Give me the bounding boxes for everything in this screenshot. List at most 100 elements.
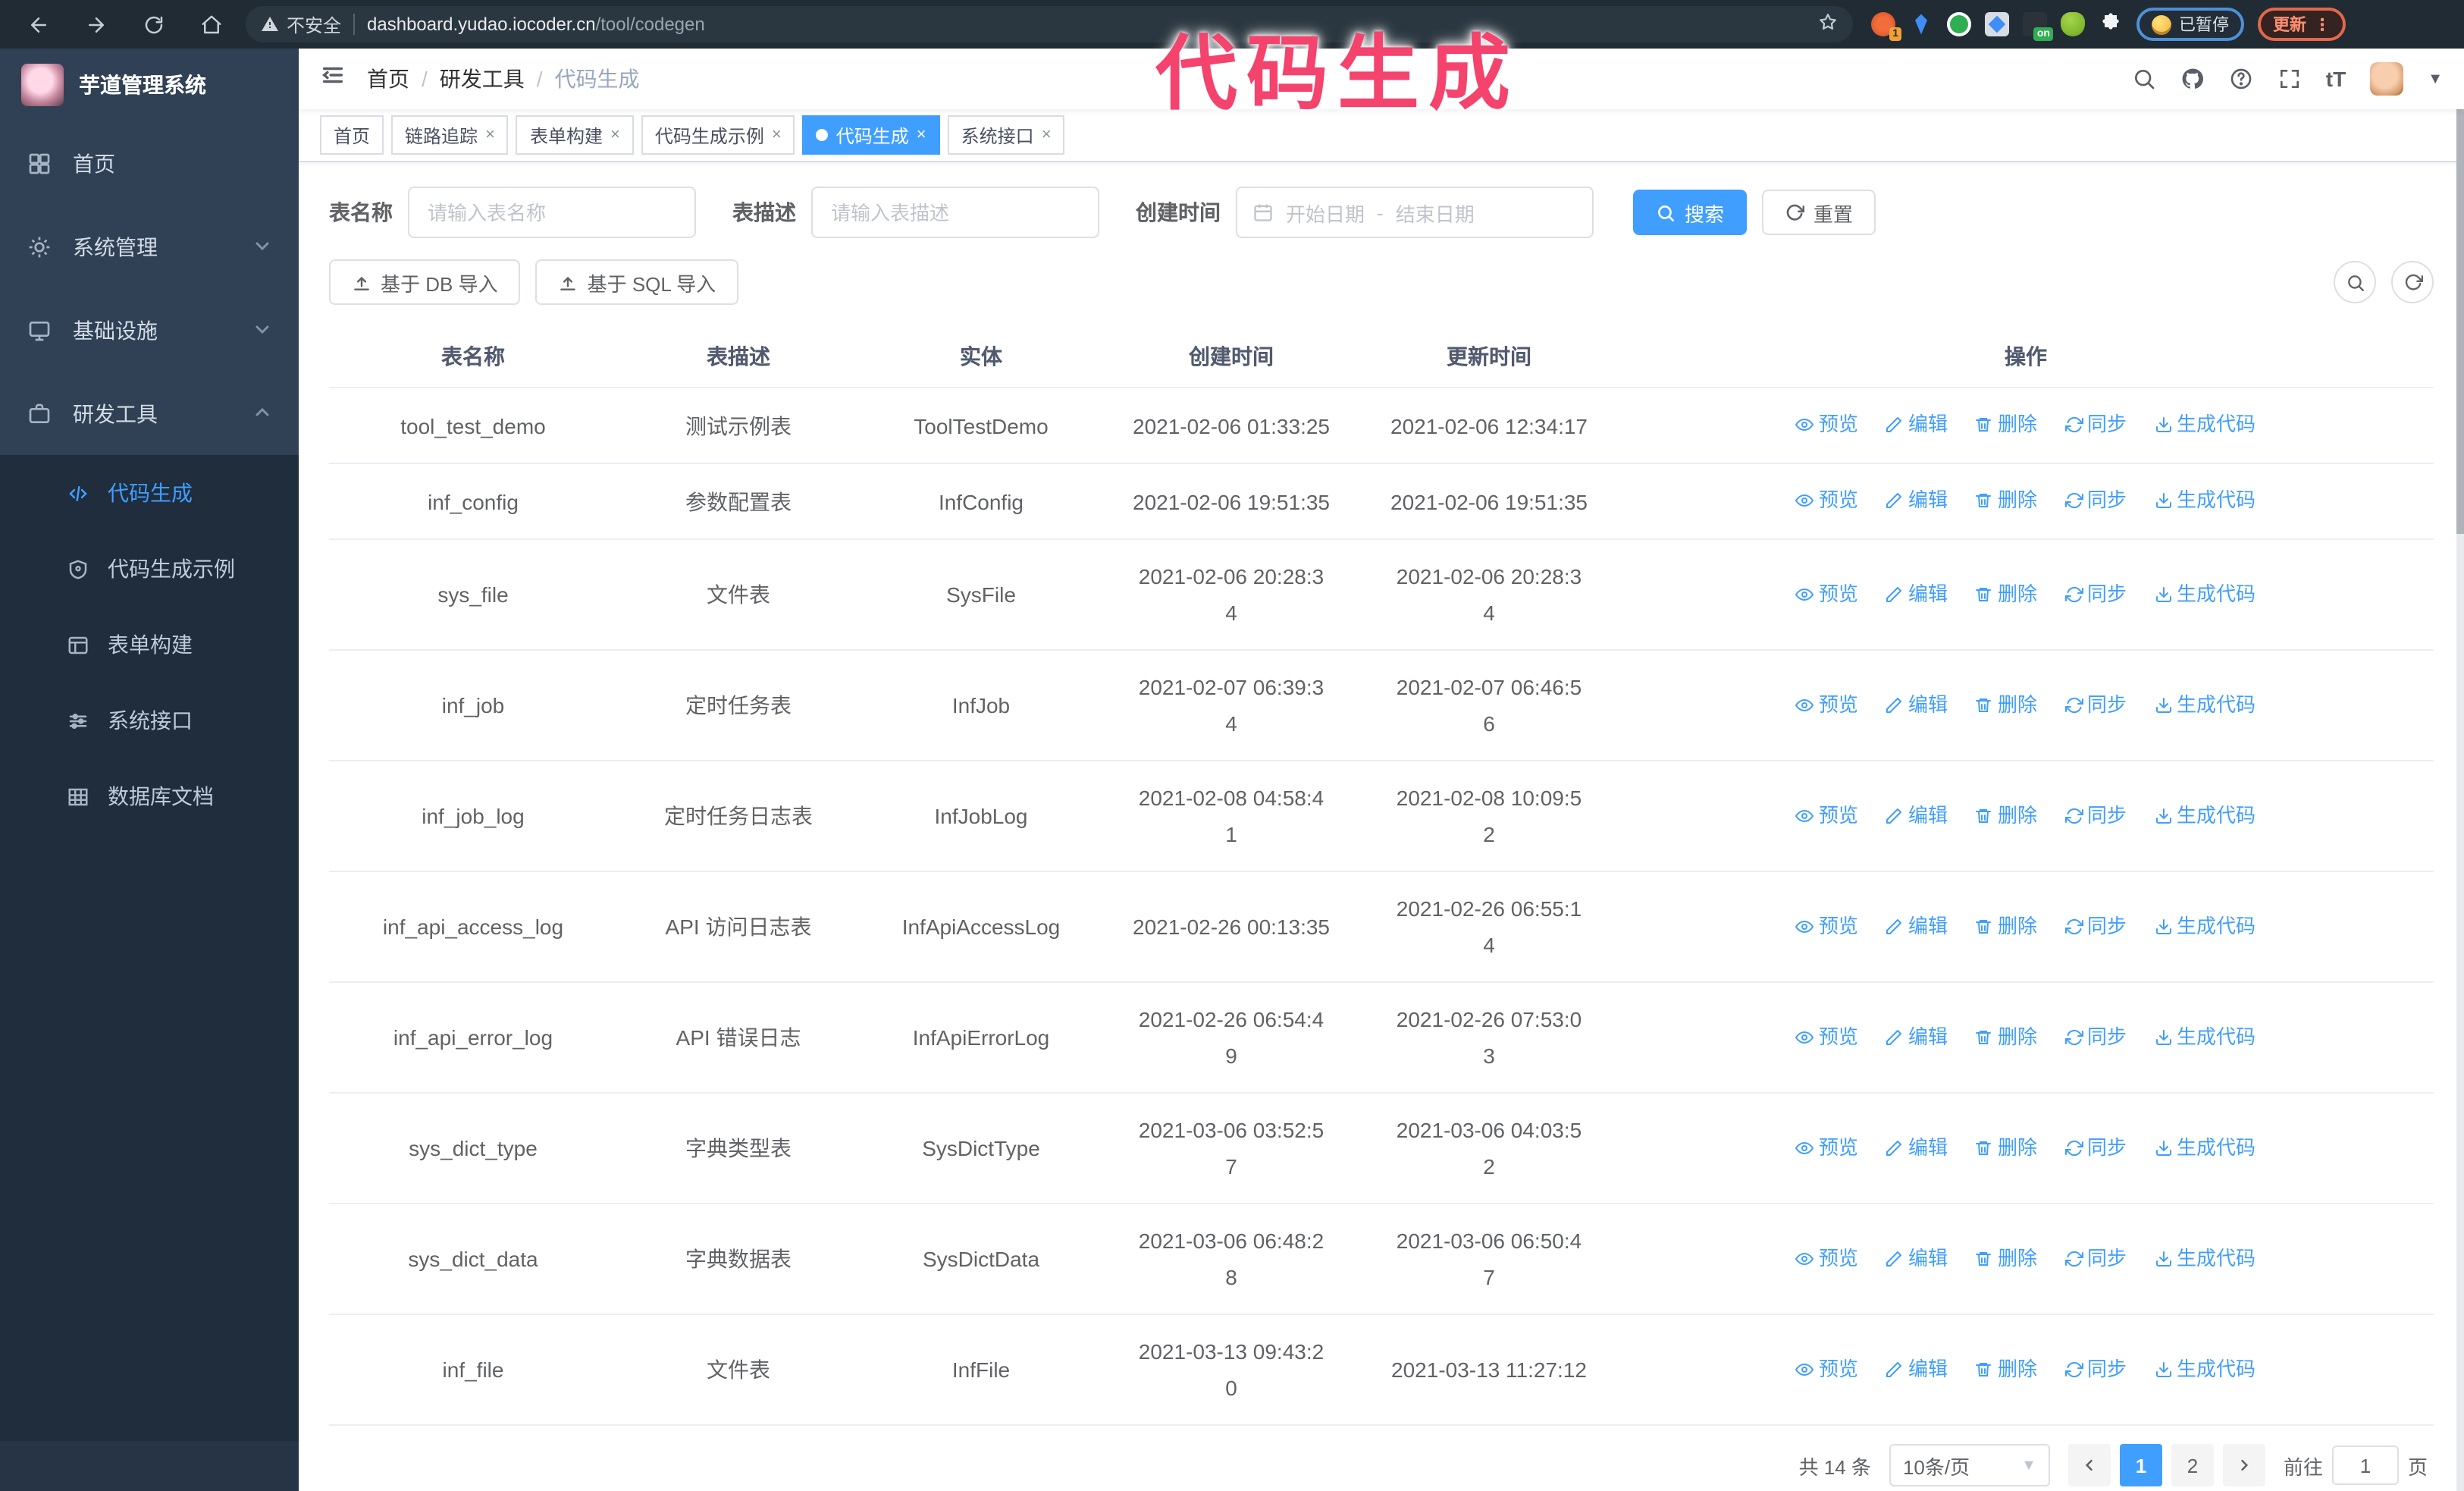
end-date-placeholder[interactable]: 结束日期 [1396, 198, 1475, 227]
not-secure-warning[interactable]: 不安全 [261, 11, 341, 37]
extension-icon-6[interactable] [2061, 12, 2085, 36]
page-button-1[interactable]: 1 [2119, 1444, 2162, 1486]
profile-paused-pill[interactable]: 已暂停 [2136, 8, 2244, 41]
preview-link[interactable]: 预览 [1795, 686, 1858, 723]
reload-icon[interactable] [130, 6, 176, 42]
preview-link[interactable]: 预览 [1795, 576, 1858, 612]
edit-link[interactable]: 编辑 [1886, 482, 1948, 519]
table-desc-input[interactable] [811, 187, 1099, 238]
extension-icon-5[interactable]: on [2023, 12, 2053, 41]
preview-link[interactable]: 预览 [1795, 1129, 1858, 1166]
generate-code-link[interactable]: 生成代码 [2154, 576, 2256, 612]
search-icon[interactable] [2132, 67, 2156, 91]
delete-link[interactable]: 删除 [1975, 1129, 2037, 1166]
tab-home[interactable]: 首页 [320, 115, 384, 155]
preview-link[interactable]: 预览 [1795, 1351, 1858, 1387]
font-size-icon[interactable]: tT [2326, 67, 2346, 91]
sync-link[interactable]: 同步 [2064, 908, 2127, 944]
sync-link[interactable]: 同步 [2064, 1129, 2127, 1166]
sidebar-item-infra[interactable]: 基础设施 [0, 288, 299, 372]
generate-code-link[interactable]: 生成代码 [2154, 482, 2256, 519]
hamburger-icon[interactable] [320, 62, 346, 96]
close-icon[interactable]: × [485, 126, 495, 144]
breadcrumb-home[interactable]: 首页 [367, 64, 409, 94]
create-time-range-picker[interactable]: 开始日期 - 结束日期 [1236, 187, 1594, 238]
extension-icon-4[interactable] [1985, 12, 2009, 36]
home-icon[interactable] [188, 6, 234, 42]
generate-code-link[interactable]: 生成代码 [2154, 908, 2256, 944]
tab-form-builder[interactable]: 表单构建 × [516, 115, 634, 155]
close-icon[interactable]: × [610, 126, 620, 144]
preview-link[interactable]: 预览 [1795, 908, 1858, 944]
sidebar-item-home[interactable]: 首页 [0, 121, 299, 205]
refresh-table-icon[interactable] [2391, 261, 2434, 303]
preview-link[interactable]: 预览 [1795, 1240, 1858, 1276]
sidebar-item-codegen[interactable]: 代码生成 [0, 455, 299, 531]
delete-link[interactable]: 删除 [1975, 686, 2037, 723]
extension-icon-1[interactable]: 1 [1871, 12, 1901, 41]
edit-link[interactable]: 编辑 [1886, 1019, 1948, 1055]
edit-link[interactable]: 编辑 [1886, 797, 1948, 833]
edit-link[interactable]: 编辑 [1886, 406, 1948, 443]
breadcrumb-devtools[interactable]: 研发工具 [440, 64, 525, 94]
back-icon[interactable] [15, 6, 61, 42]
bookmark-star-icon[interactable] [1818, 12, 1838, 36]
sync-link[interactable]: 同步 [2064, 1019, 2127, 1055]
sync-link[interactable]: 同步 [2064, 576, 2127, 612]
delete-link[interactable]: 删除 [1975, 1240, 2037, 1276]
import-sql-button[interactable]: 基于 SQL 导入 [535, 259, 739, 305]
generate-code-link[interactable]: 生成代码 [2154, 1019, 2256, 1055]
goto-page-input[interactable] [2331, 1445, 2399, 1485]
delete-link[interactable]: 删除 [1975, 576, 2037, 612]
delete-link[interactable]: 删除 [1975, 797, 2037, 833]
delete-link[interactable]: 删除 [1975, 482, 2037, 519]
reset-button[interactable]: 重置 [1762, 190, 1876, 235]
close-icon[interactable]: × [917, 126, 926, 144]
table-name-input[interactable] [408, 187, 696, 238]
tab-codegen-example[interactable]: 代码生成示例 × [641, 115, 795, 155]
import-db-button[interactable]: 基于 DB 导入 [329, 259, 521, 305]
preview-link[interactable]: 预览 [1795, 797, 1858, 833]
avatar-caret-icon[interactable]: ▼ [2428, 71, 2443, 87]
forward-icon[interactable] [73, 6, 118, 42]
sync-link[interactable]: 同步 [2064, 1351, 2127, 1387]
delete-link[interactable]: 删除 [1975, 1019, 2037, 1055]
address-bar[interactable]: 不安全 dashboard.yudao.iocoder.cn/tool/code… [246, 6, 1853, 42]
sidebar-item-codegen-example[interactable]: 代码生成示例 [0, 531, 299, 607]
edit-link[interactable]: 编辑 [1886, 1129, 1948, 1166]
next-page-icon[interactable] [2222, 1444, 2265, 1486]
browser-menu-dots-icon[interactable]: ⋮ [2314, 14, 2331, 34]
edit-link[interactable]: 编辑 [1886, 576, 1948, 612]
preview-link[interactable]: 预览 [1795, 482, 1858, 519]
page-size-select[interactable]: 10条/页 ▼ [1889, 1444, 2050, 1486]
preview-link[interactable]: 预览 [1795, 1019, 1858, 1055]
sync-link[interactable]: 同步 [2064, 686, 2127, 723]
github-icon[interactable] [2180, 67, 2205, 91]
edit-link[interactable]: 编辑 [1886, 1240, 1948, 1276]
browser-update-button[interactable]: 更新 ⋮ [2258, 8, 2346, 41]
sync-link[interactable]: 同步 [2064, 406, 2127, 443]
extension-icon-2[interactable] [1909, 12, 1933, 36]
tab-api[interactable]: 系统接口 × [947, 115, 1065, 155]
generate-code-link[interactable]: 生成代码 [2154, 797, 2256, 833]
generate-code-link[interactable]: 生成代码 [2154, 1129, 2256, 1166]
generate-code-link[interactable]: 生成代码 [2154, 686, 2256, 723]
fullscreen-icon[interactable] [2277, 67, 2302, 91]
sync-link[interactable]: 同步 [2064, 1240, 2127, 1276]
delete-link[interactable]: 删除 [1975, 406, 2037, 443]
avatar[interactable] [2370, 62, 2404, 96]
tab-tracing[interactable]: 链路追踪 × [391, 115, 509, 155]
preview-link[interactable]: 预览 [1795, 406, 1858, 443]
close-icon[interactable]: × [1042, 126, 1052, 144]
edit-link[interactable]: 编辑 [1886, 1351, 1948, 1387]
start-date-placeholder[interactable]: 开始日期 [1286, 198, 1365, 227]
tab-codegen[interactable]: 代码生成 × [802, 115, 940, 155]
sync-link[interactable]: 同步 [2064, 482, 2127, 519]
prev-page-icon[interactable] [2067, 1444, 2111, 1486]
page-button-2[interactable]: 2 [2171, 1444, 2214, 1486]
edit-link[interactable]: 编辑 [1886, 686, 1948, 723]
edit-link[interactable]: 编辑 [1886, 908, 1948, 944]
help-icon[interactable] [2229, 67, 2253, 91]
generate-code-link[interactable]: 生成代码 [2154, 1240, 2256, 1276]
generate-code-link[interactable]: 生成代码 [2154, 406, 2256, 443]
